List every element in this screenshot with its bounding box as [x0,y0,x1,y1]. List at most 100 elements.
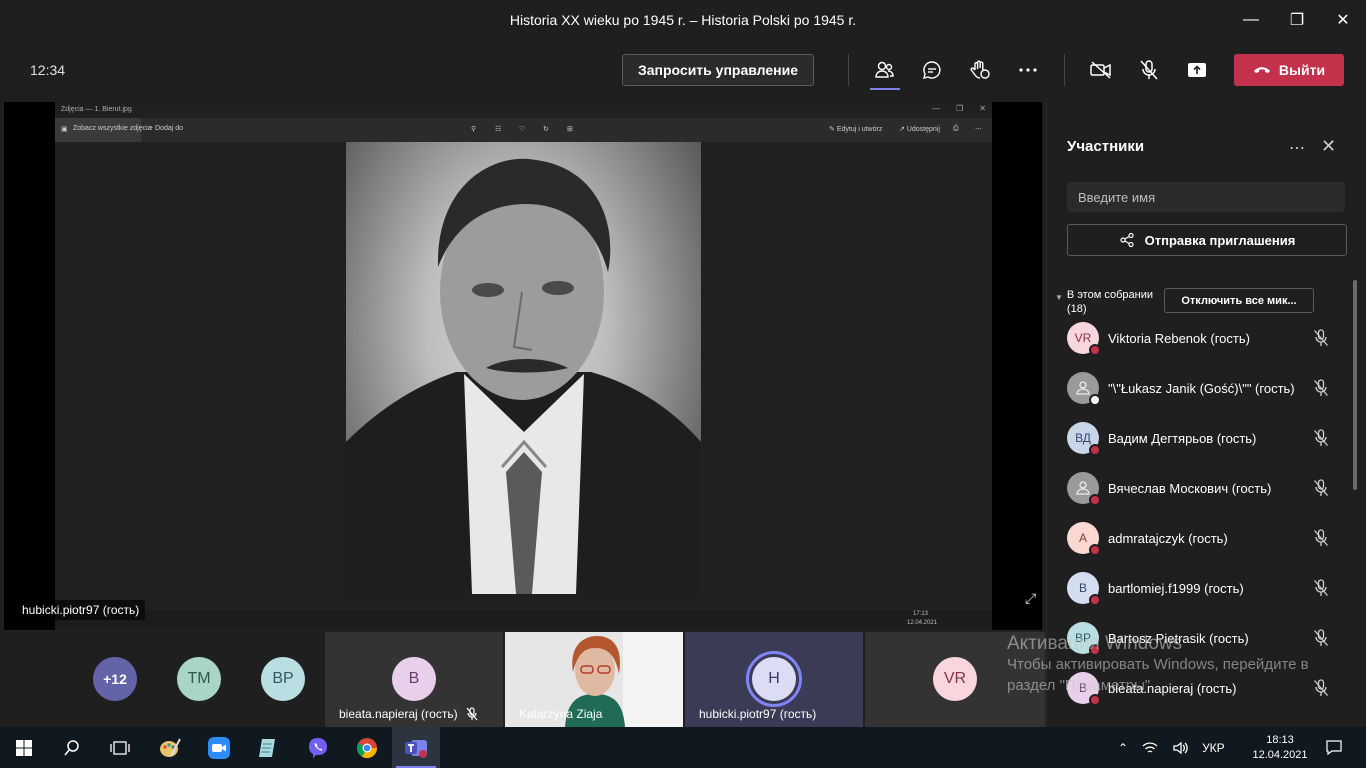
minimize-icon[interactable]: — [1228,0,1274,40]
title-bar: Historia XX wieku po 1945 r. – Historia … [0,0,1366,40]
video-tile[interactable]: B bieata.napieraj (гость) [325,632,503,727]
rotate-icon: ↻ [543,126,549,133]
participants-icon[interactable] [868,54,900,90]
mic-off-icon[interactable] [1313,529,1329,552]
share-link-icon [1120,232,1134,248]
leave-button[interactable]: Выйти [1234,54,1344,86]
section-label: В этом собрании [1066,289,1153,301]
paint-icon[interactable] [146,727,194,768]
video-tile[interactable]: Katarzyna Ziaja [505,632,683,727]
windows-activation-watermark: Активация Windows Чтобы активировать Win… [1007,633,1309,694]
search-icon[interactable] [48,727,96,768]
avatar: H [752,657,796,701]
window-title: Historia XX wieku po 1945 r. – Historia … [509,12,857,28]
camera-off-icon[interactable] [1085,54,1117,86]
raise-hand-icon[interactable] [964,54,996,86]
avatar: ВД [1067,422,1101,456]
search-input[interactable] [1067,182,1345,212]
request-control-button[interactable]: Запросить управление [622,54,814,86]
send-invite-button[interactable]: Отправка приглашения [1067,224,1347,256]
invite-label: Отправка приглашения [1144,232,1296,248]
photos-share-label: ↗ Udostępnij [899,126,940,133]
zoom-icon[interactable] [195,727,243,768]
mic-off-icon[interactable] [1313,379,1329,402]
viber-icon[interactable] [294,727,342,768]
shared-screen-stage: Zdjęcia — 1. Bierut.jpg — ❐ ✕ ▣ Zobacz wsz… [4,102,1042,630]
mic-off-icon[interactable] [1313,329,1329,352]
leave-label: Выйти [1278,62,1326,78]
photos-edit-label: ✎ Edytuj i utwórz [829,126,883,133]
volume-icon[interactable] [1172,741,1188,755]
toolbar-divider [1064,54,1065,86]
participant-row[interactable]: Aadmratajczyk (гость) [1067,518,1337,558]
tile-name: Katarzyna Ziaja [519,707,603,721]
status-badge [1089,544,1101,556]
avatar[interactable]: TM [177,657,221,701]
section-count: (18) [1066,303,1087,315]
window-controls: — ❐ ✕ [1228,0,1366,40]
tile-name: hubicki.piotr97 (гость) [699,707,817,721]
participant-name: "\"Łukasz Janik (Gość)\"" (гость) [1108,381,1295,396]
favorite-icon: ♡ [519,126,526,133]
person-icon [1067,472,1101,506]
shared-window-controls: — ❐ ✕ [932,104,986,113]
presenter-name-label: hubicki.piotr97 (гость) [16,600,146,620]
shared-window-title: Zdjęcia — 1. Bierut.jpg [61,106,132,113]
avatar: B [392,657,436,701]
more-icon[interactable] [1012,54,1044,86]
windows-start-icon[interactable] [0,727,48,768]
wifi-icon[interactable] [1142,741,1158,755]
avatar: A [1067,522,1101,556]
mic-off-icon[interactable] [1133,54,1165,86]
participant-row[interactable]: ВД Вадим Дегтярьов (гость) [1067,418,1337,458]
photos-see-all-icon: ▣ [61,126,68,133]
more-icon[interactable]: ⋯ [1289,138,1305,158]
participant-row[interactable]: VR Viktoria Rebenok (гость) [1067,318,1337,358]
section-header[interactable]: ▼ В этом собрании (18) [1055,288,1165,316]
participant-row[interactable]: Вячеслав Москович (гость) [1067,468,1337,508]
portrait-photo [346,142,701,594]
chat-icon[interactable] [916,54,948,86]
language-indicator[interactable]: УКР [1202,741,1225,755]
status-badge [1089,594,1101,606]
mute-all-button[interactable]: Отключить все мик... [1164,288,1314,313]
system-tray: ⌃ УКР [1118,727,1225,768]
chevron-down-icon: ▼ [1055,293,1063,302]
chevron-up-icon[interactable]: ⌃ [1118,741,1128,755]
phone-hangup-icon [1253,67,1270,73]
mic-off-icon[interactable] [1313,579,1329,602]
chrome-icon[interactable] [343,727,391,768]
meeting-timer: 12:34 [30,62,66,78]
status-badge [1089,444,1101,456]
system-clock[interactable]: 18:13 12.04.2021 [1252,727,1307,768]
mic-off-icon[interactable] [1313,429,1329,452]
teams-icon[interactable] [392,727,440,768]
more-participants-badge[interactable]: +12 [93,657,137,701]
photos-toolbar: ▣ Zobacz wszystkie zdjęcia + Dodaj do ⚲ … [55,118,992,142]
share-icon[interactable] [1181,54,1213,86]
notifications-icon[interactable] [1322,727,1346,768]
participant-row[interactable]: Bbartlomiej.f1999 (гость) [1067,568,1337,608]
close-icon[interactable]: ✕ [1320,0,1366,40]
participant-name: bartlomiej.f1999 (гость) [1108,581,1244,596]
close-icon[interactable]: ✕ [1321,136,1336,157]
scrollbar[interactable] [1353,280,1357,490]
task-view-icon[interactable] [96,727,144,768]
notepad-icon[interactable] [244,727,292,768]
windows-taskbar: ⌃ УКР 18:13 12.04.2021 [0,727,1366,768]
shared-window-taskbar: 17:13 12.04.2021 [55,610,992,630]
avatar: B [1067,572,1101,606]
person-icon [1067,372,1101,406]
delete-icon: ☷ [495,126,502,133]
status-badge [1089,494,1101,506]
crop-icon: ⊞ [567,126,573,133]
avatar[interactable]: BP [261,657,305,701]
status-badge [1089,344,1101,356]
expand-icon[interactable]: ⤢ [1025,590,1036,607]
photos-see-all-label: Zobacz wszystkie zdjęcia [73,125,152,132]
mic-off-icon[interactable] [1313,479,1329,502]
video-tile[interactable]: H hubicki.piotr97 (гость) [685,632,863,727]
photos-more-icon: ⋯ [975,126,982,133]
participant-row[interactable]: "\"Łukasz Janik (Gość)\"" (гость) [1067,368,1337,408]
maximize-icon[interactable]: ❐ [1274,0,1320,40]
